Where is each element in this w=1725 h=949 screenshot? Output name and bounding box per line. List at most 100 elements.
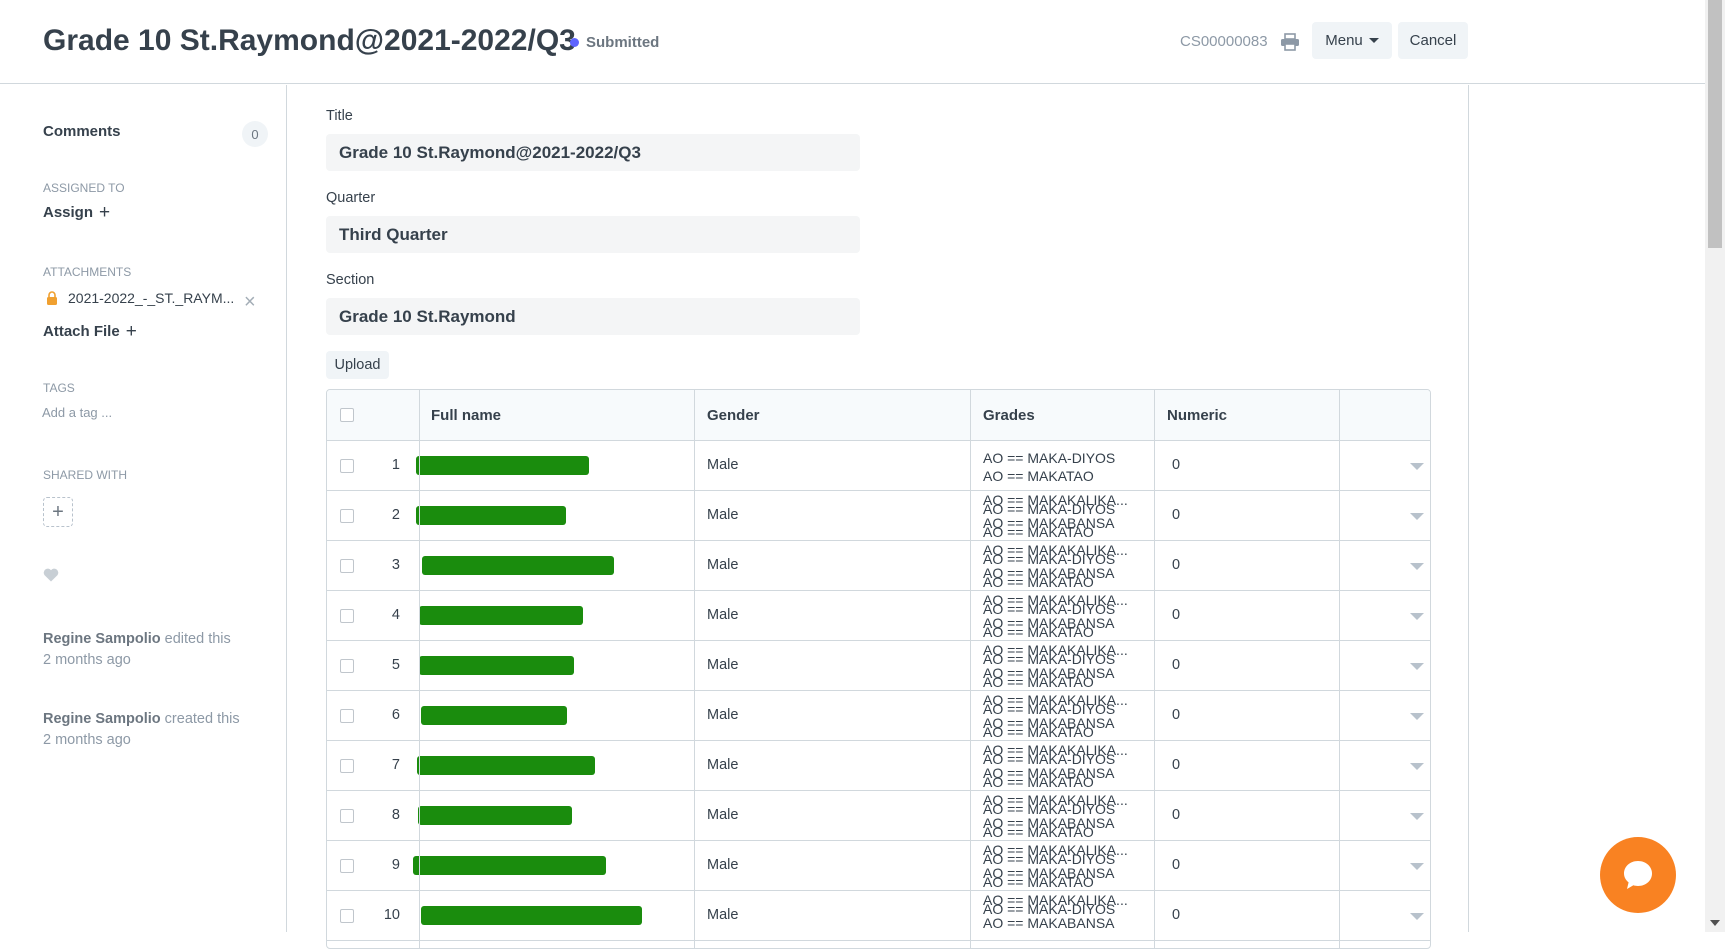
row-expand-chevron-down-icon[interactable] (1410, 663, 1424, 670)
page-scrollbar[interactable] (1705, 0, 1725, 932)
menu-button[interactable]: Menu (1312, 22, 1392, 59)
row-expand-chevron-down-icon[interactable] (1410, 613, 1424, 620)
table-row[interactable]: 7 Male AO == MAKAKALIKA... AO == MAKA-DIYOS… (327, 741, 1430, 791)
activity-user[interactable]: Regine Sampolio (43, 711, 161, 727)
table-row[interactable]: 2 Male AO == MAKAKALIKA... AO == MAKA-DIYOS… (327, 491, 1430, 541)
activity-action: created this (164, 711, 240, 727)
caret-down-icon (1368, 38, 1379, 43)
grade-line: AO == MAKATAO (983, 468, 1094, 484)
remove-attachment-close-icon[interactable]: × (244, 292, 256, 312)
scroll-down-arrow-icon[interactable] (1710, 920, 1720, 926)
row-checkbox[interactable] (340, 809, 354, 823)
table-row[interactable]: 6 Male AO == MAKAKALIKA... AO == MAKA-DIYOS… (327, 691, 1430, 741)
grade-line: AO == MAKATAO (983, 824, 1094, 840)
table-row[interactable]: 3 Male AO == MAKAKALIKA... AO == MAKA-DIYOS… (327, 541, 1430, 591)
numeric-cell: 0 (1172, 557, 1181, 573)
grades-cell: AO == MAKAKALIKA... AO == MAKA-DIYOS AO ==… (983, 793, 1133, 841)
gender-cell: Male (707, 507, 739, 523)
attach-file-button[interactable]: Attach File + (43, 322, 137, 341)
column-header-grades: Grades (983, 407, 1035, 424)
full-name-redacted (416, 456, 589, 475)
add-tag-input[interactable]: Add a tag ... (42, 405, 112, 420)
table-header: Full name Gender Grades Numeric (327, 390, 1430, 441)
column-header-numeric: Numeric (1167, 407, 1228, 424)
row-checkbox[interactable] (340, 859, 354, 873)
gender-cell: Male (707, 707, 739, 723)
table-row[interactable]: 4 Male AO == MAKAKALIKA... AO == MAKA-DIYOS… (327, 591, 1430, 641)
row-checkbox[interactable] (340, 459, 354, 473)
select-all-checkbox[interactable] (340, 408, 354, 422)
full-name-redacted (418, 806, 572, 825)
grades-cell: AO == MAKAKALIKA... AO == MAKA-DIYOS AO ==… (983, 643, 1133, 691)
row-checkbox[interactable] (340, 709, 354, 723)
column-divider (1154, 390, 1155, 948)
table-row[interactable]: 10 Male AO == MAKAKALIKA... AO == MAKA-DIYO… (327, 891, 1430, 941)
chat-widget-button[interactable] (1600, 837, 1676, 913)
status-dot (570, 38, 579, 47)
row-expand-chevron-down-icon[interactable] (1410, 513, 1424, 520)
gender-cell: Male (707, 557, 739, 573)
column-header-full-name: Full name (431, 407, 502, 424)
row-expand-chevron-down-icon[interactable] (1410, 813, 1424, 820)
full-name-redacted (421, 706, 567, 725)
row-expand-chevron-down-icon[interactable] (1410, 463, 1424, 470)
title-label: Title (326, 108, 353, 124)
printer-icon[interactable] (1280, 33, 1300, 51)
numeric-cell: 0 (1172, 507, 1181, 523)
attachments-label: ATTACHMENTS (43, 265, 132, 279)
lock-icon (47, 291, 57, 305)
numeric-cell: 0 (1172, 807, 1181, 823)
row-expand-chevron-down-icon[interactable] (1410, 563, 1424, 570)
menu-button-label: Menu (1325, 32, 1363, 49)
comments-label[interactable]: Comments (43, 123, 121, 140)
grade-line: AO == MAKATAO (983, 874, 1094, 890)
heart-icon[interactable] (43, 568, 59, 582)
row-checkbox[interactable] (340, 559, 354, 573)
column-divider (1339, 390, 1340, 948)
scrollbar-thumb[interactable] (1708, 0, 1722, 248)
upload-button[interactable]: Upload (326, 351, 389, 379)
row-index: 4 (391, 607, 400, 623)
cancel-button[interactable]: Cancel (1398, 22, 1468, 59)
attachment-filename[interactable]: 2021-2022_-_ST._RAYM... (68, 290, 234, 306)
table-row[interactable]: 8 Male AO == MAKAKALIKA... AO == MAKA-DIYOS… (327, 791, 1430, 841)
row-expand-chevron-down-icon[interactable] (1410, 863, 1424, 870)
tags-label: TAGS (43, 381, 75, 395)
attachment-item[interactable]: 2021-2022_-_ST._RAYM... (46, 290, 234, 306)
grades-cell: AO == MAKAKALIKA... AO == MAKA-DIYOS AO ==… (983, 593, 1133, 641)
row-checkbox[interactable] (340, 609, 354, 623)
table-row[interactable]: 9 Male AO == MAKAKALIKA... AO == MAKA-DIYOS… (327, 841, 1430, 891)
full-name-redacted (413, 856, 606, 875)
full-name-redacted (422, 556, 614, 575)
comments-count-badge: 0 (242, 121, 268, 147)
shared-with-label: SHARED WITH (43, 468, 127, 482)
full-name-redacted (419, 656, 574, 675)
assign-button[interactable]: Assign + (43, 203, 110, 222)
share-add-button[interactable]: + (43, 497, 73, 527)
full-name-redacted (421, 906, 642, 925)
gender-cell: Male (707, 457, 739, 473)
column-divider (694, 390, 695, 948)
row-checkbox[interactable] (340, 659, 354, 673)
plus-icon: + (99, 202, 111, 223)
plus-icon: + (52, 500, 64, 523)
quarter-field: Third Quarter (326, 216, 860, 253)
row-index: 6 (391, 707, 400, 723)
grades-cell: AO == MAKAKALIKA... AO == MAKA-DIYOS AO ==… (983, 693, 1133, 741)
row-expand-chevron-down-icon[interactable] (1410, 713, 1424, 720)
row-expand-chevron-down-icon[interactable] (1410, 913, 1424, 920)
table-row[interactable]: 5 Male AO == MAKAKALIKA... AO == MAKA-DIYOS… (327, 641, 1430, 691)
row-expand-chevron-down-icon[interactable] (1410, 763, 1424, 770)
numeric-cell: 0 (1172, 457, 1181, 473)
row-checkbox[interactable] (340, 909, 354, 923)
activity-time: 2 months ago (43, 732, 131, 748)
grade-line: AO == MAKABANSA (983, 915, 1115, 931)
activity-user[interactable]: Regine Sampolio (43, 631, 161, 647)
row-checkbox[interactable] (340, 509, 354, 523)
grade-line: AO == MAKATAO (983, 574, 1094, 590)
row-checkbox[interactable] (340, 759, 354, 773)
attach-file-label: Attach File (43, 323, 120, 340)
assign-label: Assign (43, 204, 94, 221)
grades-cell: AO == MAKAKALIKA... AO == MAKA-DIYOS AO ==… (983, 843, 1133, 891)
table-row[interactable]: 1 Male AO == MAKA-DIYOS AO == MAKATAO 0 (327, 441, 1430, 491)
